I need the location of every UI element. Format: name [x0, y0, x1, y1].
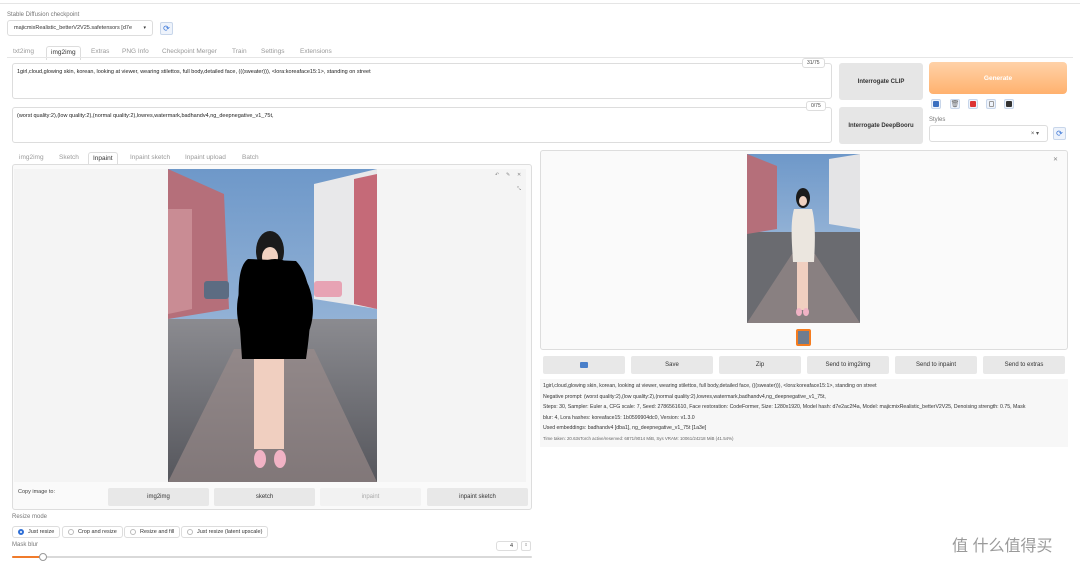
styles-dropdown[interactable]: × ▾	[929, 125, 1048, 142]
info-embeddings: Used embeddings: badhandv4 [dba1], ng_de…	[543, 425, 707, 431]
tab-extensions[interactable]: Extensions	[300, 48, 332, 55]
radio-selected-icon	[18, 529, 24, 535]
save-style-button[interactable]	[1004, 99, 1014, 109]
refresh-styles-button[interactable]: ⟳	[1053, 127, 1066, 140]
chevron-down-icon: ▾	[143, 25, 146, 31]
refresh-icon: ⟳	[163, 24, 170, 33]
resize-option-fill[interactable]: Resize and fill	[124, 526, 181, 538]
trash-icon: 🗑	[950, 101, 960, 108]
output-image[interactable]	[747, 154, 860, 323]
info-params: Steps: 30, Sampler: Euler a, CFG scale: …	[543, 404, 1026, 410]
inpaint-image	[168, 169, 377, 482]
resize-handle-icon[interactable]: ⤡	[517, 186, 521, 192]
zip-button[interactable]: Zip	[719, 356, 801, 374]
tab-extras[interactable]: Extras	[91, 48, 109, 55]
resize-option-label: Just resize	[28, 529, 55, 535]
negative-prompt-input[interactable]: (worst quality:2),(low quality:2),(norma…	[12, 107, 832, 143]
radio-icon	[187, 529, 193, 535]
subtab-inpaint-sketch[interactable]: Inpaint sketch	[130, 154, 170, 161]
info-negative-prompt: Negative prompt: (worst quality:2),(low …	[543, 393, 826, 400]
refresh-icon: ⟳	[1056, 129, 1063, 138]
floppy-icon	[1006, 101, 1012, 107]
prompt-token-counter: 31/75	[802, 58, 825, 68]
resize-option-just-resize[interactable]: Just resize	[12, 526, 61, 538]
send-to-img2img-button[interactable]: Send to img2img	[807, 356, 889, 374]
resize-option-label: Resize and fill	[140, 529, 175, 535]
copy-to-inpaint-sketch-button[interactable]: inpaint sketch	[427, 488, 528, 506]
negative-token-counter: 0/75	[806, 101, 826, 111]
mask-blur-label: Mask blur	[12, 542, 39, 548]
subtab-sketch[interactable]: Sketch	[59, 154, 79, 161]
prompt-input[interactable]: 1girl,cloud,glowing skin, korean, lookin…	[12, 63, 832, 99]
tab-train[interactable]: Train	[232, 48, 247, 55]
mask-blur-number[interactable]: 4	[496, 541, 518, 551]
resize-option-label: Crop and resize	[78, 529, 117, 535]
tabs-divider	[7, 57, 1073, 58]
output-thumbnail[interactable]	[796, 329, 811, 346]
undo-icon[interactable]: ↶	[495, 172, 499, 178]
radio-icon	[130, 529, 136, 535]
save-button[interactable]: Save	[631, 356, 713, 374]
paste-params-button[interactable]	[931, 99, 941, 109]
checkpoint-value: majicmixRealistic_betterV2V25.safetensor…	[14, 25, 133, 31]
styles-label: Styles	[929, 117, 946, 123]
watermark: 值 什么值得买	[952, 538, 1053, 555]
resize-option-label: Just resize (latent upscale)	[197, 529, 263, 535]
info-timing: Time taken: 20.63sTorch active/reserved:…	[543, 435, 734, 441]
checkpoint-label: Stable Diffusion checkpoint	[7, 12, 80, 18]
info-params-cont: blur: 4, Lora hashes: koreaface15: 1b059…	[543, 414, 695, 421]
prompt-text: 1girl,cloud,glowing skin, korean, lookin…	[17, 69, 371, 75]
clipboard-icon	[988, 101, 994, 107]
close-icon[interactable]: ✕	[1053, 156, 1058, 163]
tab-checkpoint-merger[interactable]: Checkpoint Merger	[162, 48, 217, 55]
resize-option-latent[interactable]: Just resize (latent upscale)	[181, 526, 269, 538]
send-to-inpaint-button[interactable]: Send to inpaint	[895, 356, 977, 374]
tab-settings[interactable]: Settings	[261, 48, 285, 55]
subtab-img2img[interactable]: img2img	[19, 154, 44, 161]
clear-prompt-button[interactable]: 🗑	[950, 99, 960, 109]
open-folder-button[interactable]	[543, 356, 625, 374]
copy-to-sketch-button[interactable]: sketch	[214, 488, 315, 506]
inpaint-canvas[interactable]: ↶ ✎ ✕ ⤡	[14, 169, 526, 482]
checkpoint-select[interactable]: majicmixRealistic_betterV2V25.safetensor…	[7, 20, 153, 36]
output-image-svg	[747, 154, 860, 323]
top-divider	[0, 3, 1080, 4]
subtab-inpaint-upload[interactable]: Inpaint upload	[185, 154, 226, 161]
generation-info: 1girl,cloud,glowing skin, korean, lookin…	[540, 379, 1068, 447]
refresh-checkpoint-button[interactable]: ⟳	[160, 22, 173, 35]
resize-mode-label: Resize mode	[12, 514, 48, 520]
arrow-down-left-icon	[933, 101, 939, 107]
send-to-extras-button[interactable]: Send to extras	[983, 356, 1065, 374]
extra-networks-button[interactable]	[968, 99, 978, 109]
mask-blur-thumb[interactable]	[39, 553, 48, 561]
apply-style-button[interactable]	[986, 99, 996, 109]
mask-blur-track[interactable]	[12, 556, 532, 558]
subtab-batch[interactable]: Batch	[242, 154, 259, 161]
copy-to-inpaint-button[interactable]: inpaint	[320, 488, 421, 506]
info-prompt: 1girl,cloud,glowing skin, korean, lookin…	[543, 383, 877, 389]
tab-txt2img[interactable]: txt2img	[13, 48, 34, 55]
copy-to-img2img-button[interactable]: img2img	[108, 488, 209, 506]
interrogate-deepbooru-button[interactable]: Interrogate DeepBooru	[839, 107, 923, 144]
resize-option-crop[interactable]: Crop and resize	[62, 526, 123, 538]
negative-prompt-text: (worst quality:2),(low quality:2),(norma…	[17, 113, 274, 119]
tab-png-info[interactable]: PNG Info	[122, 48, 149, 55]
card-icon	[970, 101, 976, 107]
close-icon[interactable]: ✕	[517, 172, 521, 178]
interrogate-clip-button[interactable]: Interrogate CLIP	[839, 63, 923, 100]
radio-icon	[68, 529, 74, 535]
generate-button[interactable]: Generate	[929, 62, 1067, 94]
stepper-icon[interactable]: ⇕	[521, 541, 531, 551]
copy-image-label: Copy image to:	[18, 489, 55, 495]
folder-icon	[580, 362, 588, 368]
brush-icon[interactable]: ✎	[506, 172, 510, 178]
